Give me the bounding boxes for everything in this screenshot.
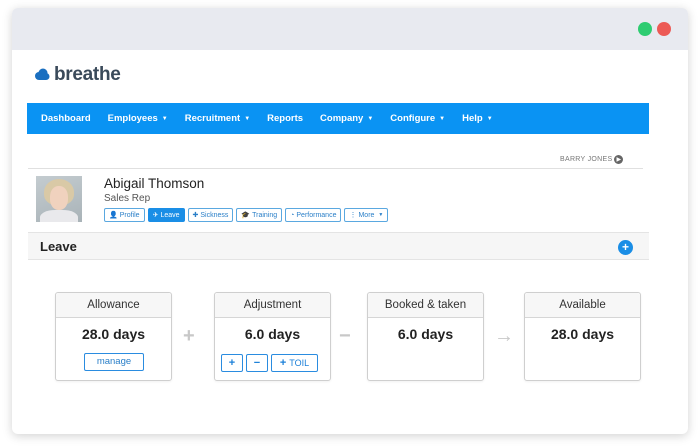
maximize-button[interactable] (638, 22, 652, 36)
card-value: 6.0 days (397, 326, 454, 342)
tab-profile[interactable]: 👤 Profile (104, 208, 145, 222)
nav-label: Configure (390, 113, 436, 124)
nav-label: Company (320, 113, 364, 124)
employee-avatar (36, 176, 82, 222)
booked-taken-card: Booked & taken 6.0 days (367, 292, 484, 381)
add-toil-button[interactable]: + TOIL (271, 354, 318, 372)
caret-down-icon: ▼ (439, 115, 446, 122)
tab-label: Leave (160, 211, 180, 219)
card-value: 6.0 days (244, 326, 301, 342)
nav-label: Help (462, 113, 483, 124)
main-nav: Dashboard Employees ▼ Recruitment ▼ Report… (27, 103, 649, 134)
tab-label: Training (252, 211, 278, 219)
add-adjustment-button[interactable]: + (221, 354, 243, 372)
user-name: BARRY JONES (560, 156, 613, 163)
card-value: 28.0 days (550, 326, 615, 342)
tab-performance[interactable]: ◔ Performance (285, 208, 342, 222)
allowance-card: Allowance 28.0 days manage (55, 292, 172, 381)
tab-more[interactable]: ⋮ More ▼ (344, 208, 389, 222)
nav-label: Reports (267, 113, 304, 124)
card-title: Allowance (56, 293, 171, 318)
card-title: Available (525, 293, 640, 318)
employee-role: Sales Rep (104, 193, 151, 204)
logo-text: breathe (54, 64, 121, 85)
plane-icon: ✈ (152, 212, 159, 219)
caret-down-icon: ▼ (486, 115, 493, 122)
cloud-logo-icon (35, 68, 50, 80)
plus-icon: + (279, 357, 287, 369)
divider (28, 168, 643, 169)
adjustment-buttons: + − + TOIL (221, 354, 318, 372)
card-title: Adjustment (215, 293, 330, 318)
nav-label: Dashboard (41, 113, 91, 124)
caret-down-icon: ▼ (367, 115, 374, 122)
add-leave-button[interactable]: + (618, 240, 633, 255)
manage-button[interactable]: manage (84, 353, 144, 371)
toil-label: TOIL (289, 358, 310, 368)
section-title: Leave (40, 239, 77, 254)
subtract-adjustment-button[interactable]: − (246, 354, 268, 372)
tab-label: Sickness (200, 211, 229, 219)
employee-tabs: 👤 Profile ✈ Leave ✚ Sickness 🎓 Training ◔ Per… (104, 208, 389, 222)
arrow-right-operator-icon: → (494, 325, 514, 347)
leave-section-header: Leave + (28, 232, 649, 260)
nav-label: Recruitment (184, 113, 241, 124)
close-button[interactable] (657, 22, 671, 36)
nav-label: Employees (107, 113, 158, 124)
tab-label: Profile (119, 211, 140, 219)
tab-label: More (358, 211, 375, 219)
employee-name: Abigail Thomson (104, 176, 205, 191)
breathe-logo[interactable]: breathe (34, 64, 121, 86)
nav-configure[interactable]: Configure ▼ (390, 113, 445, 124)
nav-reports[interactable]: Reports (267, 113, 303, 124)
adjustment-card: Adjustment 6.0 days + − + TOIL (214, 292, 331, 381)
medkit-icon: ✚ (192, 212, 199, 219)
arrow-right-circle-icon: ▶ (614, 155, 624, 164)
caret-down-icon: ▼ (161, 115, 168, 122)
person-icon: 👤 (109, 212, 118, 219)
caret-down-icon: ▼ (244, 115, 251, 122)
nav-employees[interactable]: Employees ▼ (108, 113, 168, 124)
card-title: Booked & taken (368, 293, 483, 318)
plus-operator-icon: + (183, 325, 195, 347)
title-bar (12, 8, 688, 50)
caret-down-icon: ▼ (378, 212, 384, 218)
tab-sickness[interactable]: ✚ Sickness (187, 208, 234, 222)
nav-help[interactable]: Help ▼ (462, 113, 493, 124)
card-value: 28.0 days (81, 326, 146, 342)
graduation-cap-icon: 🎓 (241, 212, 251, 219)
nav-company[interactable]: Company ▼ (320, 113, 373, 124)
minus-operator-icon: − (339, 325, 351, 347)
tab-training[interactable]: 🎓 Training (236, 208, 283, 222)
tab-label: Performance (296, 211, 337, 219)
tab-leave[interactable]: ✈ Leave (147, 208, 185, 222)
vertical-ellipsis-icon: ⋮ (349, 212, 357, 219)
nav-dashboard[interactable]: Dashboard (41, 113, 91, 124)
available-card: Available 28.0 days (524, 292, 641, 381)
nav-recruitment[interactable]: Recruitment ▼ (185, 113, 250, 124)
gauge-icon: ◔ (290, 211, 295, 219)
user-link[interactable]: BARRY JONES ▶ (560, 155, 624, 164)
